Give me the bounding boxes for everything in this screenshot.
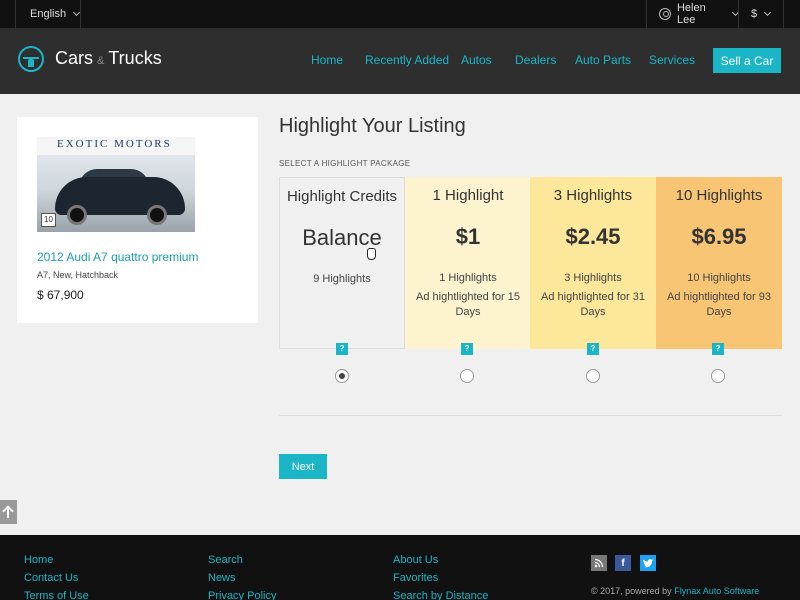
divider: [279, 415, 782, 416]
package-count: 9 Highlights: [313, 273, 371, 285]
package-count: 10 Highlights: [687, 272, 751, 284]
help-icon[interactable]: ?: [461, 343, 473, 355]
listing-card: EXOTIC MOTORS 10 2012 Audi A7 quattro pr…: [17, 117, 258, 323]
footer-link[interactable]: Privacy Policy: [208, 590, 276, 600]
package-count: 3 Highlights: [564, 272, 622, 284]
site-logo[interactable]: Cars & Trucks: [55, 48, 162, 69]
package-desc: Ad hightlighted for 93 Days: [667, 291, 771, 318]
nav-recently-added[interactable]: Recently Added: [365, 53, 449, 67]
help-icon[interactable]: ?: [712, 343, 724, 355]
page-title: Highlight Your Listing: [279, 115, 466, 137]
user-menu[interactable]: Helen Lee: [646, 0, 740, 28]
chevron-down-icon: [73, 8, 81, 17]
footer-link[interactable]: About Us: [393, 554, 438, 566]
nav-auto-parts[interactable]: Auto Parts: [575, 53, 631, 67]
package-price: $2.45: [565, 224, 621, 249]
footer-link[interactable]: Contact Us: [24, 572, 78, 584]
footer-link[interactable]: News: [208, 572, 236, 584]
sell-a-car-button[interactable]: Sell a Car: [713, 48, 781, 73]
nav-autos[interactable]: Autos: [461, 53, 492, 67]
radio-1-highlight[interactable]: [460, 369, 474, 383]
chevron-down-icon: [764, 8, 772, 17]
footer-link[interactable]: Search by Distance: [393, 590, 488, 600]
package-desc: Ad hightlighted for 15 Days: [416, 291, 520, 318]
site-header: Cars & Trucks Home Recently Added Autos …: [0, 28, 800, 94]
footer-link[interactable]: Terms of Use: [24, 590, 89, 600]
photo-banner: EXOTIC MOTORS: [37, 137, 195, 155]
listing-title[interactable]: 2012 Audi A7 quattro premium: [37, 250, 198, 264]
footer-link[interactable]: Search: [208, 554, 243, 566]
listing-meta: A7, New, Hatchback: [37, 270, 119, 280]
package-price: $1: [455, 224, 481, 249]
next-button[interactable]: Next: [279, 454, 327, 479]
user-name: Helen Lee: [676, 2, 706, 26]
copyright: © 2017, powered by Flynax Auto Software: [591, 586, 759, 596]
package-price: $6.95: [691, 224, 747, 249]
listing-photo[interactable]: EXOTIC MOTORS 10: [37, 137, 195, 232]
brand-right: Trucks: [108, 48, 162, 68]
currency-selector[interactable]: $: [738, 0, 784, 28]
steering-wheel-icon[interactable]: [18, 46, 44, 72]
brand-amp: &: [97, 55, 105, 67]
package-name: Highlight Credits: [286, 188, 398, 205]
brand-left: Cars: [55, 48, 94, 68]
package-3-highlights[interactable]: 3 Highlights $2.45 3 Highlights Ad hight…: [530, 177, 656, 349]
section-label: SELECT A HIGHLIGHT PACKAGE: [279, 159, 411, 168]
package-count: 1 Highlights: [439, 272, 497, 284]
help-icon[interactable]: ?: [587, 343, 599, 355]
copyright-text: © 2017, powered by: [591, 586, 672, 596]
currency-label: $: [751, 8, 758, 20]
rss-icon[interactable]: [591, 555, 607, 571]
radio-10-highlights[interactable]: [711, 369, 725, 383]
radio-highlight-credits[interactable]: [335, 369, 349, 383]
language-label: English: [30, 8, 67, 20]
user-icon: [659, 8, 671, 20]
package-highlight-credits[interactable]: Highlight Credits Balance 9 Highlights: [279, 177, 405, 349]
nav-dealers[interactable]: Dealers: [515, 53, 556, 67]
package-1-highlight[interactable]: 1 Highlight $1 1 Highlights Ad hightligh…: [405, 177, 531, 349]
package-name: 10 Highlights: [675, 187, 763, 204]
mouse-cursor-icon: [367, 248, 376, 260]
nav-services[interactable]: Services: [649, 53, 695, 67]
package-name: 1 Highlight: [432, 187, 504, 204]
language-selector[interactable]: English: [15, 0, 81, 28]
footer-link[interactable]: Home: [24, 554, 53, 566]
package-10-highlights[interactable]: 10 Highlights $6.95 10 Highlights Ad hig…: [656, 177, 782, 349]
copyright-link[interactable]: Flynax Auto Software: [674, 586, 759, 596]
scroll-to-top-button[interactable]: [0, 500, 17, 524]
nav-home[interactable]: Home: [311, 53, 343, 67]
photo-count-badge: 10: [41, 213, 56, 227]
package-price: Balance: [302, 225, 382, 250]
help-icon[interactable]: ?: [336, 343, 348, 355]
package-name: 3 Highlights: [553, 187, 633, 204]
package-desc: Ad hightlighted for 31 Days: [541, 291, 645, 318]
footer-link[interactable]: Favorites: [393, 572, 438, 584]
listing-price: $ 67,900: [37, 288, 84, 302]
twitter-icon[interactable]: [640, 555, 656, 571]
radio-3-highlights[interactable]: [586, 369, 600, 383]
top-bar: English Helen Lee $: [0, 0, 800, 28]
facebook-icon[interactable]: f: [615, 555, 631, 571]
